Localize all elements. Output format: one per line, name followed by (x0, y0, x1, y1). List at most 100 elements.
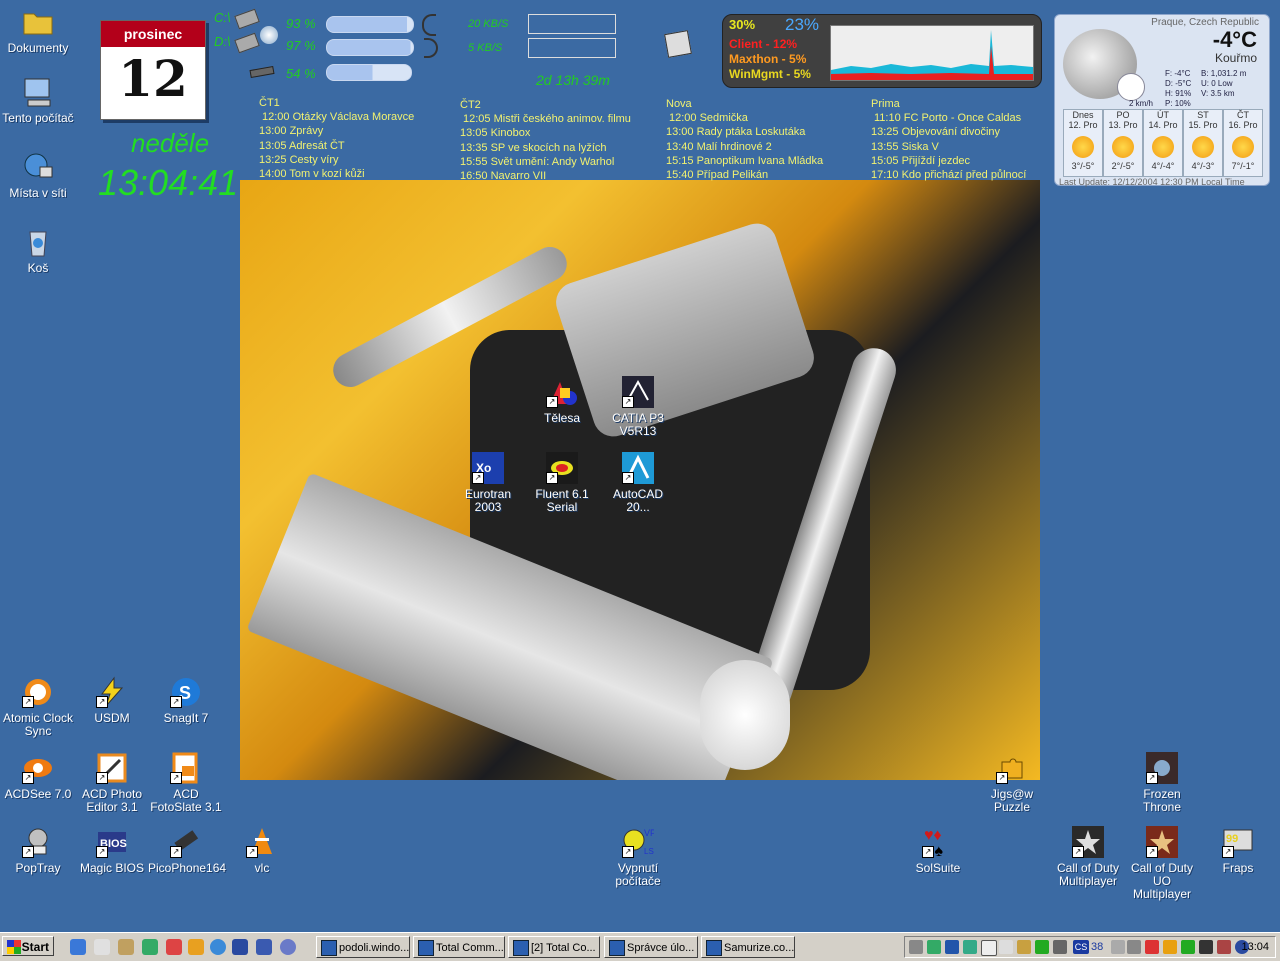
task-icon (418, 940, 434, 956)
poptray-icon: ↗ (22, 826, 54, 858)
acd-fotoslate-icon: ↗ (170, 752, 202, 784)
start-button[interactable]: Start (2, 936, 54, 956)
picophone-icon: ↗ (170, 826, 202, 858)
drive-letter-c: C:\ (214, 10, 231, 25)
svg-text:99: 99 (1226, 833, 1238, 845)
tray-icon[interactable] (1035, 940, 1049, 954)
cd-icon (260, 26, 278, 44)
desktop-icon-fraps[interactable]: 99 ↗ Fraps (1200, 826, 1276, 875)
desktop: Dokumenty Tento počítač Místa v síti Koš… (0, 0, 1280, 932)
net-download-graph (528, 14, 616, 34)
desktop-icon-eurotran[interactable]: Xo ↗ Eurotran 2003 (450, 452, 526, 514)
tray-icon[interactable] (945, 940, 959, 954)
desktop-icon-vlc[interactable]: ↗ vlc (224, 826, 300, 875)
weather-last-update: Last Update: 12/12/2004 12:30 PM Local T… (1059, 177, 1245, 187)
desktop-icon-snagit[interactable]: S ↗ SnagIt 7 (148, 676, 224, 725)
desktop-icon-acd-fotoslate[interactable]: ↗ ACD FotoSlate 3.1 (148, 752, 224, 814)
cpu-proc-winmgmt: WinMgmt - 5% (729, 67, 811, 81)
tray-icon[interactable] (1111, 940, 1125, 954)
acd-photo-editor-icon: ↗ (96, 752, 128, 784)
drive-c-bar (326, 16, 414, 33)
desktop-icon-network-places[interactable]: Místa v síti (0, 151, 76, 200)
desktop-icon-solsuite[interactable]: ♥♦♣♠↗ SolSuite (900, 826, 976, 875)
fluent-icon: ↗ (546, 452, 578, 484)
drive-c-percent: 93 % (286, 16, 316, 31)
drive-d-bar (326, 39, 414, 56)
weather-wind: 2 km/h (1129, 99, 1154, 108)
tray-icon[interactable] (1145, 940, 1159, 954)
desktop-icon-telesa[interactable]: ↗ Tělesa (524, 376, 600, 425)
taskbar-button[interactable]: Správce úlo... (604, 936, 698, 958)
desktop-icon-jigsaw[interactable]: ↗ Jigs@w Puzzle (974, 752, 1050, 814)
desktop-icon-autocad[interactable]: ↗ AutoCAD 20... (600, 452, 676, 514)
drive-d-percent: 97 % (286, 38, 316, 53)
desktop-icon-acdsee[interactable]: ↗ ACDSee 7.0 (0, 752, 76, 801)
weather-details-right: B: 1,031.2 m U: 0 Low V: 3.5 km (1201, 69, 1247, 98)
tray-icon[interactable] (1181, 940, 1195, 954)
taskbar-clock[interactable]: 13:04 (1241, 941, 1269, 953)
quicklaunch-icon[interactable] (188, 939, 204, 955)
tray-icon[interactable] (1127, 940, 1141, 954)
acdsee-icon: ↗ (22, 752, 54, 784)
desktop-icon-cod-uo[interactable]: ↗ Call of Duty UO Multiplayer (1124, 826, 1200, 901)
desktop-icon-documents[interactable]: Dokumenty (0, 6, 76, 55)
desktop-icon-fluent[interactable]: ↗ Fluent 6.1 Serial (524, 452, 600, 514)
quicklaunch-icon[interactable] (232, 939, 248, 955)
tray-icon[interactable] (1199, 940, 1213, 954)
taskbar-button[interactable]: podoli.windo... (316, 936, 410, 958)
taskbar-button[interactable]: [2] Total Co... (508, 936, 600, 958)
sun-cloud-icon (1232, 136, 1254, 158)
tray-icon[interactable] (1053, 940, 1067, 954)
quicklaunch-icon[interactable] (210, 939, 226, 955)
quicklaunch-icon[interactable] (280, 939, 296, 955)
task-icon (609, 940, 625, 956)
tv-prima: Prima 11:10 FC Porto - Once Caldas 13:25… (871, 98, 1027, 182)
tray-icon[interactable] (963, 940, 977, 954)
windows-flag-icon (7, 940, 21, 954)
net-upload-graph (528, 38, 616, 58)
quicklaunch-icon[interactable] (142, 939, 158, 955)
frozen-throne-icon: ↗ (1146, 752, 1178, 784)
desktop-icon-cod-multiplayer[interactable]: ↗ Call of Duty Multiplayer (1050, 826, 1126, 888)
task-icon (321, 940, 337, 956)
taskbar: Start podoli.windo... Total Comm... [2] … (0, 932, 1280, 961)
wind-gauge-icon (1117, 73, 1145, 101)
desktop-icon-usdm[interactable]: ↗ USDM (74, 676, 150, 725)
quicklaunch-icon[interactable] (70, 939, 86, 955)
desktop-icon-frozen-throne[interactable]: ↗ Frozen Throne (1124, 752, 1200, 814)
desktop-icon-magic-bios[interactable]: BIOS ↗ Magic BIOS (74, 826, 150, 875)
desktop-clock: 13:04:41 (98, 162, 239, 203)
quicklaunch-icon[interactable] (94, 939, 110, 955)
tray-counter-strike-icon[interactable]: CS (1073, 940, 1089, 954)
usdm-icon: ↗ (96, 676, 128, 708)
quicklaunch-icon[interactable] (256, 939, 272, 955)
desktop-icon-recycle-bin[interactable]: Koš (0, 226, 76, 275)
desktop-icon-acd-photo-editor[interactable]: ↗ ACD Photo Editor 3.1 (74, 752, 150, 814)
cod-uo-icon: ↗ (1146, 826, 1178, 858)
network-icon (22, 151, 54, 183)
desktop-icon-atomic-clock-sync[interactable]: ↗ Atomic Clock Sync (0, 676, 76, 738)
desktop-icon-catia[interactable]: ↗ CATIA P3 V5R13 (600, 376, 676, 438)
desktop-icon-my-computer[interactable]: Tento počítač (0, 76, 76, 125)
quicklaunch-icon[interactable] (118, 939, 134, 955)
solsuite-icon: ♥♦♣♠↗ (922, 826, 954, 860)
tray-icon[interactable] (1163, 940, 1177, 954)
tray-icon[interactable] (1217, 940, 1231, 954)
tv-nova: Nova 12:00 Sedmička 13:00 Rady ptáka Los… (666, 98, 824, 182)
net-upload: 5 KB/S (468, 42, 503, 54)
quicklaunch-icon[interactable] (166, 939, 182, 955)
taskbar-button[interactable]: Total Comm... (413, 936, 505, 958)
weekday-label: neděle (130, 128, 210, 158)
tray-icon[interactable] (927, 940, 941, 954)
tray-icon[interactable] (1017, 940, 1031, 954)
taskbar-button[interactable]: Samurize.co... (701, 936, 795, 958)
tray-counter: 38 (1091, 941, 1104, 953)
net-download: 20 KB/S (468, 18, 509, 30)
tray-icon[interactable] (981, 940, 997, 956)
tray-icon[interactable] (909, 940, 923, 954)
desktop-icon-poptray[interactable]: ↗ PopTray (0, 826, 76, 875)
desktop-icon-shutdown[interactable]: VP LS ↗ Vypnutí počítače (600, 826, 676, 888)
desktop-icon-picophone[interactable]: ↗ PicoPhone164 (148, 826, 226, 875)
refresh-arc-icon (422, 14, 436, 36)
tray-icon[interactable] (999, 940, 1013, 954)
